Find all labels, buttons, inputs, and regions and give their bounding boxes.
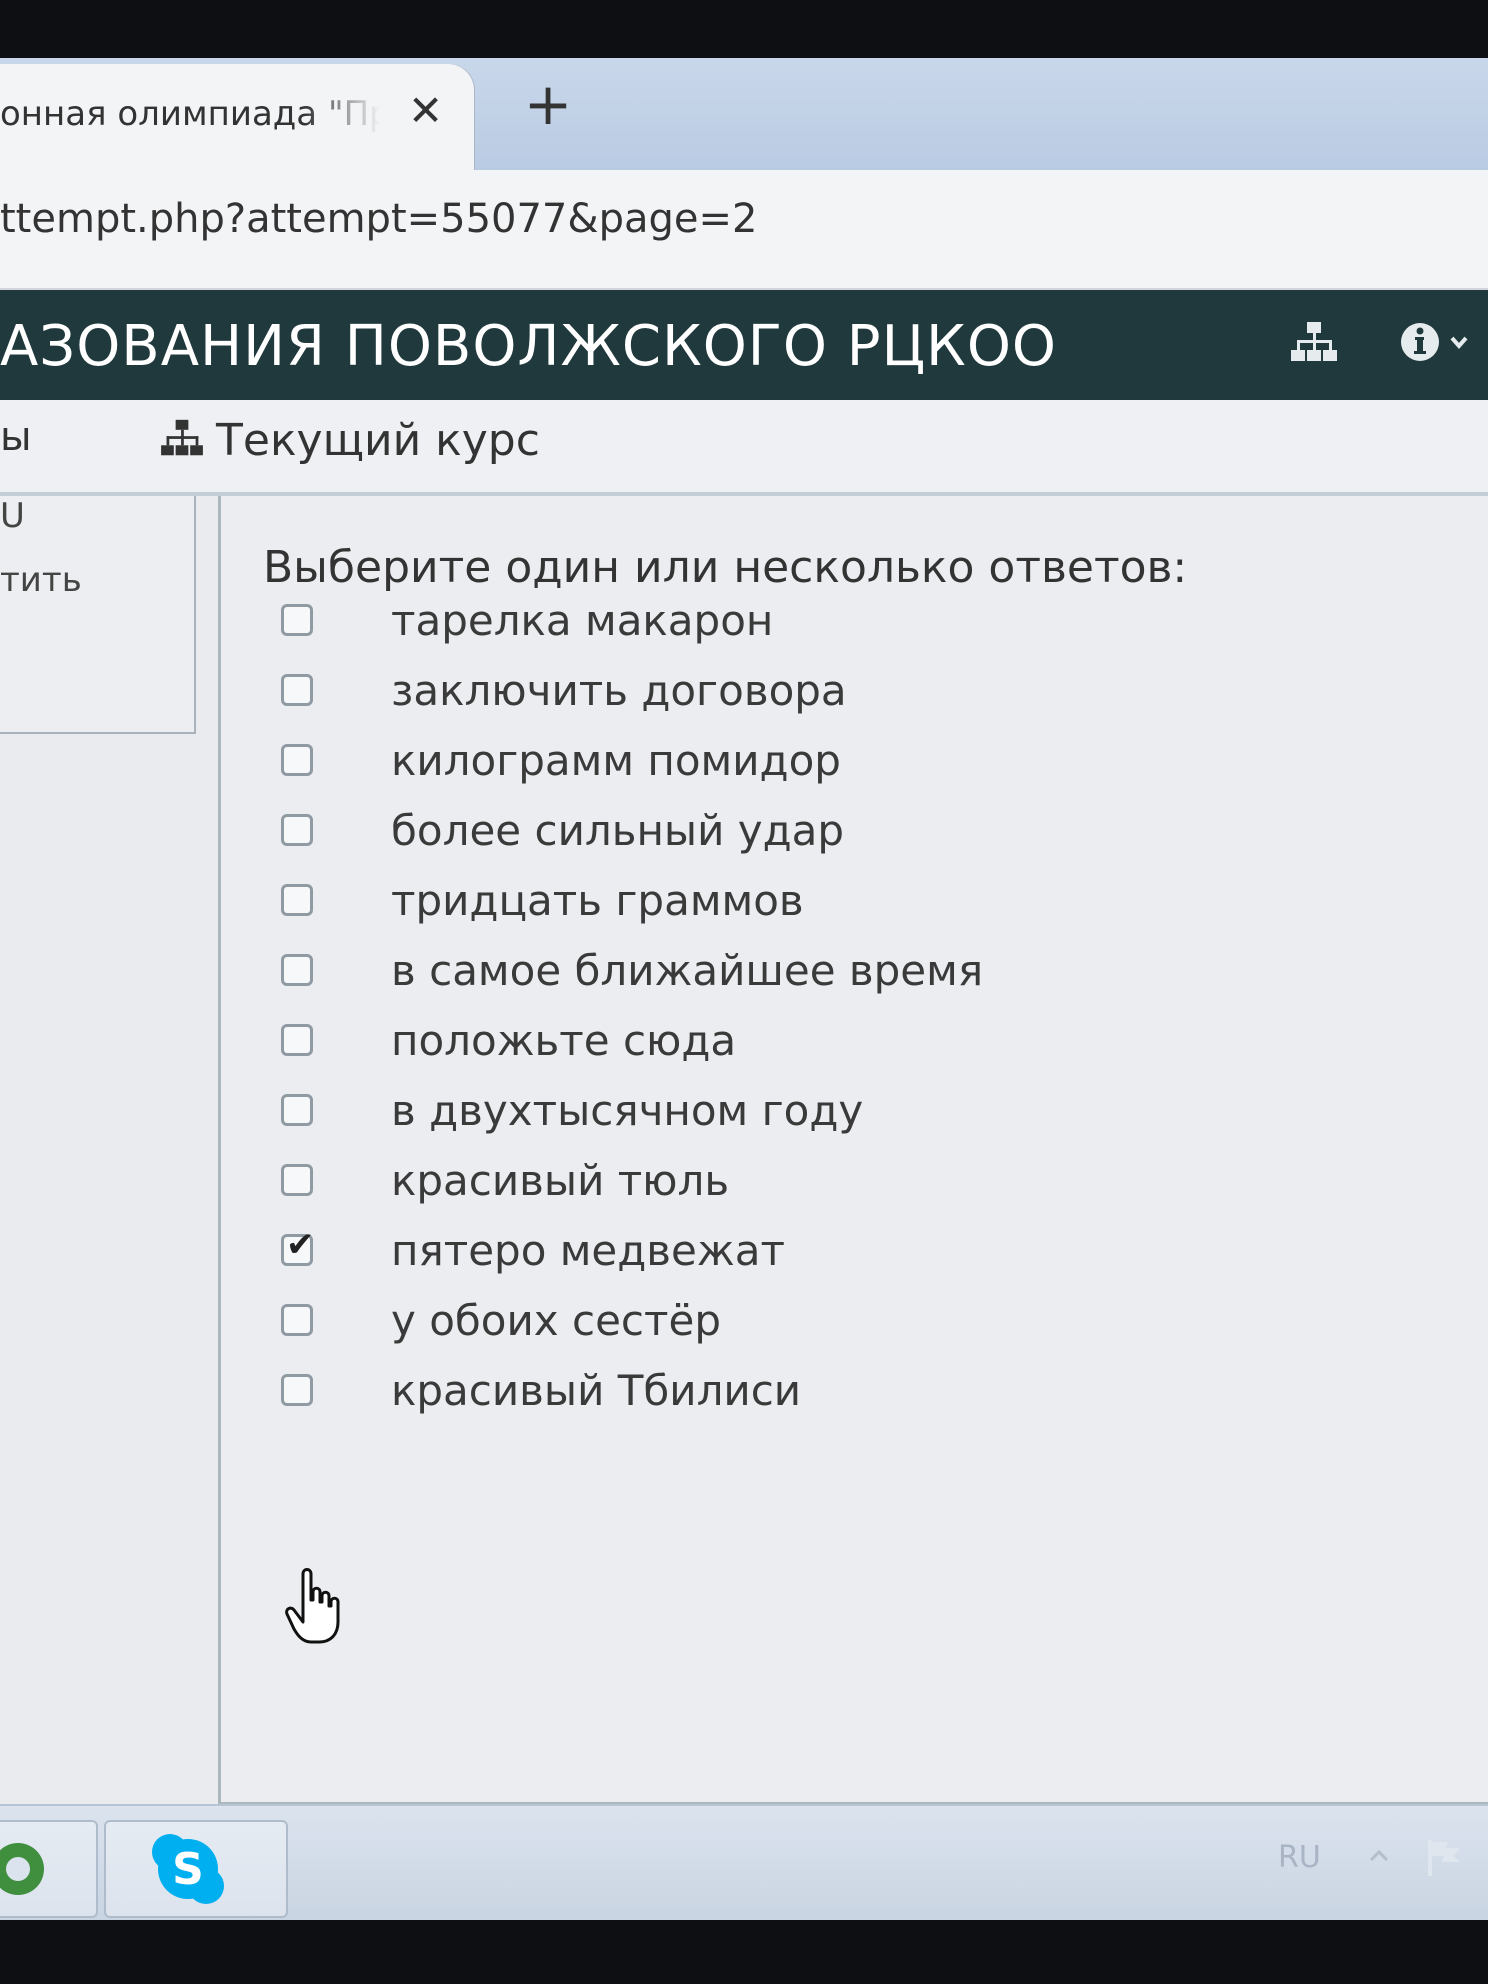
answer-option[interactable]: у обоих сестёр	[281, 1290, 721, 1350]
tab-close-icon[interactable]: ✕	[408, 86, 443, 135]
answer-option[interactable]: тридцать граммов	[281, 870, 804, 930]
svg-text:S: S	[172, 1844, 204, 1895]
answer-option-label: заключить договора	[391, 665, 847, 715]
question-content: Выберите один или несколько ответов: тар…	[218, 496, 1488, 1805]
answer-checkbox[interactable]	[281, 1024, 313, 1056]
url-field[interactable]: ttempt.php?attempt=55077&page=2	[0, 196, 757, 242]
answer-options: тарелка макарон заключить договора килогра…	[221, 496, 1488, 1802]
answer-checkbox[interactable]	[281, 1094, 313, 1126]
address-bar: ttempt.php?attempt=55077&page=2	[0, 170, 1488, 290]
answer-option[interactable]: более сильный удар	[281, 800, 844, 860]
answer-option[interactable]: в двухтысячном году	[281, 1080, 863, 1140]
answer-option-label: килограмм помидор	[391, 735, 841, 785]
left-panel-link-partial[interactable]: тить	[0, 560, 82, 600]
nav-current-course[interactable]: Текущий курс	[160, 410, 540, 470]
answer-option-label: в двухтысячном году	[391, 1085, 864, 1135]
new-tab-button[interactable]: +	[520, 75, 576, 133]
answer-checkbox[interactable]	[281, 1225, 315, 1266]
answer-checkbox[interactable]	[281, 674, 313, 706]
answer-checkbox[interactable]	[281, 1374, 313, 1406]
answer-checkbox[interactable]	[281, 1304, 313, 1336]
nav-item-partial[interactable]: ы	[0, 414, 32, 460]
language-indicator[interactable]: RU	[1278, 1840, 1321, 1875]
left-block-panel: U тить	[0, 496, 196, 734]
screen: онная олимпиада "Пр ✕ + ttempt.php?attem…	[0, 58, 1488, 1920]
answer-option-label: положьте сюда	[391, 1015, 737, 1065]
answer-option[interactable]: килограмм помидор	[281, 730, 841, 790]
answer-option[interactable]: тарелка макарон	[281, 590, 773, 650]
app-icon	[0, 1836, 62, 1906]
answer-option-label: красивый тюль	[391, 1155, 730, 1205]
answer-option[interactable]: красивый Тбилиси	[281, 1360, 801, 1420]
taskbar-skype-button[interactable]: S	[104, 1820, 288, 1918]
tab-strip: онная олимпиада "Пр ✕ +	[0, 58, 1488, 170]
answer-checkbox[interactable]	[281, 884, 313, 916]
site-title[interactable]: АЗОВАНИЯ ПОВОЛЖСКОГО РЦКОО	[0, 314, 1057, 379]
answer-checkbox[interactable]	[281, 1164, 313, 1196]
tray-arrow-up-icon[interactable]	[1368, 1846, 1390, 1870]
answer-checkbox[interactable]	[281, 744, 313, 776]
sitemap-icon	[160, 418, 204, 462]
answer-checkbox[interactable]	[281, 604, 313, 636]
answer-option[interactable]: в самое ближайшее время	[281, 940, 983, 1000]
tab-title: онная олимпиада "Пр	[0, 94, 380, 134]
answer-option-label: красивый Тбилиси	[391, 1365, 802, 1415]
nav-bar: ы Текущий курс	[0, 400, 1488, 496]
taskbar-app-button[interactable]	[0, 1820, 98, 1918]
answer-option-label: тридцать граммов	[391, 875, 804, 925]
skype-icon: S	[150, 1832, 226, 1910]
answer-checkbox[interactable]	[281, 954, 313, 986]
sitemap-icon[interactable]	[1290, 320, 1338, 368]
answer-option-label: пятеро медвежат	[391, 1225, 785, 1275]
answer-option-label: тарелка макарон	[391, 595, 774, 645]
answer-option[interactable]: заключить договора	[281, 660, 847, 720]
hand-cursor-icon	[283, 1566, 343, 1650]
answer-option[interactable]: положьте сюда	[281, 1010, 736, 1070]
answer-option[interactable]: пятеро медвежат	[281, 1220, 785, 1280]
info-menu-icon[interactable]	[1400, 320, 1474, 368]
action-center-flag-icon[interactable]	[1424, 1836, 1468, 1884]
answer-option[interactable]: красивый тюль	[281, 1150, 729, 1210]
nav-current-course-label: Текущий курс	[216, 414, 540, 466]
answer-checkbox[interactable]	[281, 814, 313, 846]
answer-option-label: более сильный удар	[391, 805, 845, 855]
answer-option-label: у обоих сестёр	[391, 1295, 721, 1345]
answer-option-label: в самое ближайшее время	[391, 945, 984, 995]
left-panel-text-partial: U	[0, 496, 25, 536]
browser-tab-active[interactable]: онная олимпиада "Пр ✕	[0, 64, 474, 170]
taskbar: S RU	[0, 1804, 1488, 1920]
site-header: АЗОВАНИЯ ПОВОЛЖСКОГО РЦКОО	[0, 290, 1488, 400]
